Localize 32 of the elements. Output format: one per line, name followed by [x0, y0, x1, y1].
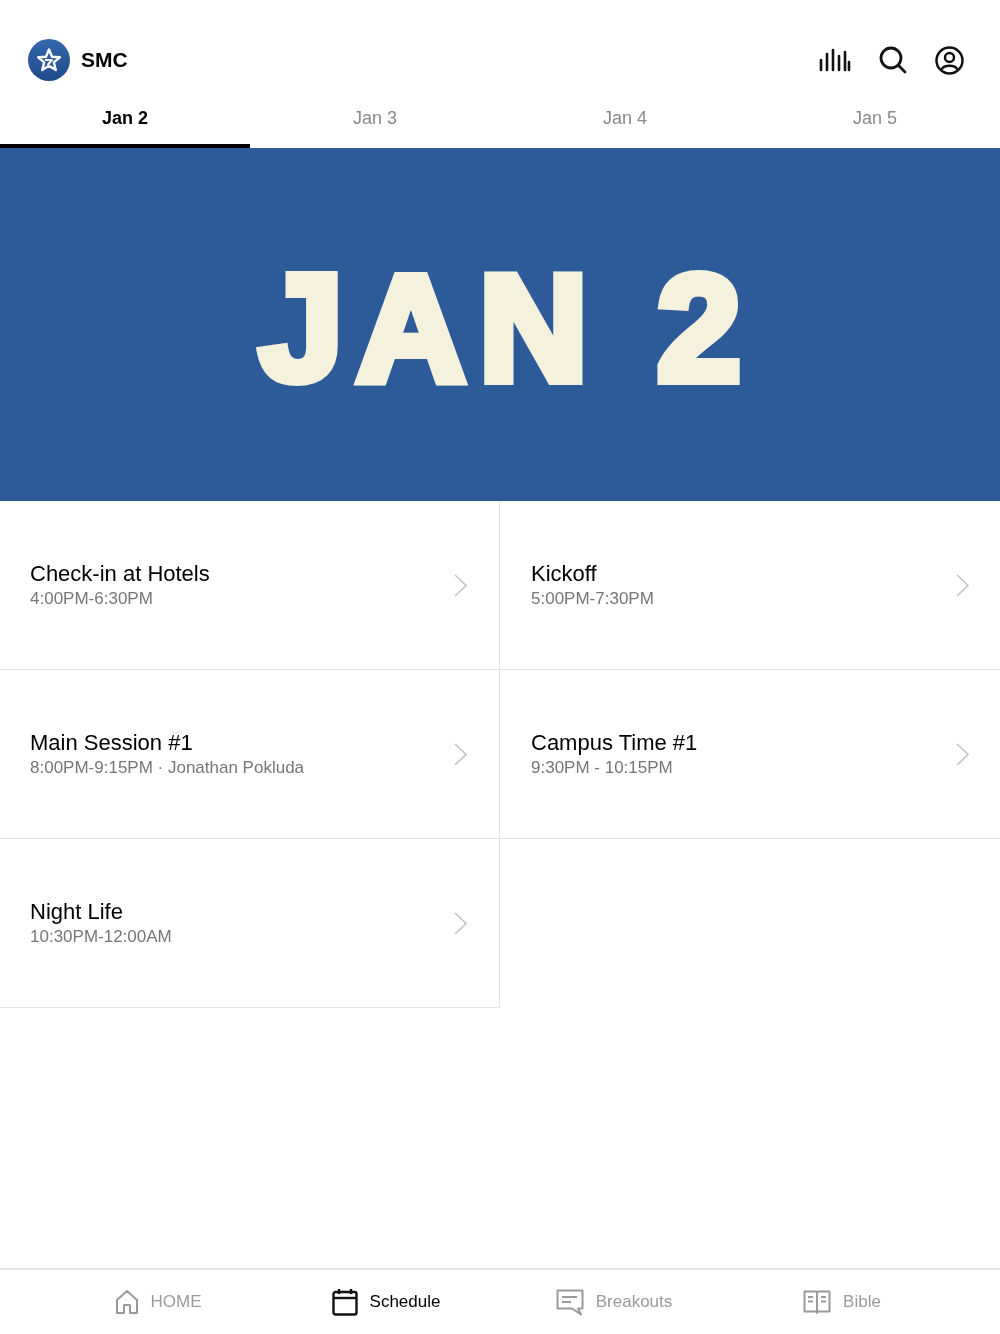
session-time: 5:00PM-7:30PM	[531, 588, 655, 610]
chevron-icon	[454, 573, 467, 597]
calendar-icon	[331, 1288, 358, 1316]
date-tab[interactable]: Jan 5	[750, 90, 1000, 148]
session-card[interactable]: Check-in at Hotels 4:00PM-6:30PM	[0, 501, 500, 670]
date-tab[interactable]: Jan 4	[500, 90, 750, 148]
session-card[interactable]: Main Session #1 8:00PM-9:15PM · Jonathan Pokluda	[0, 670, 500, 839]
session-title: Kickoff	[531, 560, 598, 588]
session-time: 9:30PM - 10:15PM	[531, 757, 674, 779]
chevron-icon	[956, 742, 969, 766]
session-title: Main Session #1	[30, 729, 194, 757]
session-title: Night Life	[30, 898, 124, 926]
session-card[interactable]: Night Life 10:30PM-12:00AM	[0, 839, 500, 1008]
date-tab[interactable]: Jan 3	[250, 90, 500, 148]
house-icon	[114, 1289, 139, 1315]
nav-tab[interactable]: Schedule	[331, 1288, 441, 1316]
app-name: SMC	[81, 47, 128, 74]
session-title: Check-in at Hotels	[30, 560, 211, 588]
equalizer-icon[interactable]	[819, 48, 851, 72]
chevron-icon	[454, 911, 467, 935]
open-book-icon	[803, 1290, 832, 1314]
session-time: 10:30PM-12:00AM	[30, 926, 173, 948]
banner-title: JAN 2	[259, 246, 755, 403]
chat-bubble-icon	[555, 1288, 584, 1316]
session-time: 8:00PM-9:15PM · Jonathan Pokluda	[30, 757, 306, 779]
session-time: 4:00PM-6:30PM	[30, 588, 154, 610]
chevron-icon	[454, 742, 467, 766]
search-icon[interactable]	[879, 46, 907, 74]
account-icon[interactable]	[935, 45, 964, 75]
star-logo-icon[interactable]	[28, 39, 70, 81]
session-title: Campus Time #1	[531, 729, 699, 757]
chevron-icon	[956, 573, 969, 597]
